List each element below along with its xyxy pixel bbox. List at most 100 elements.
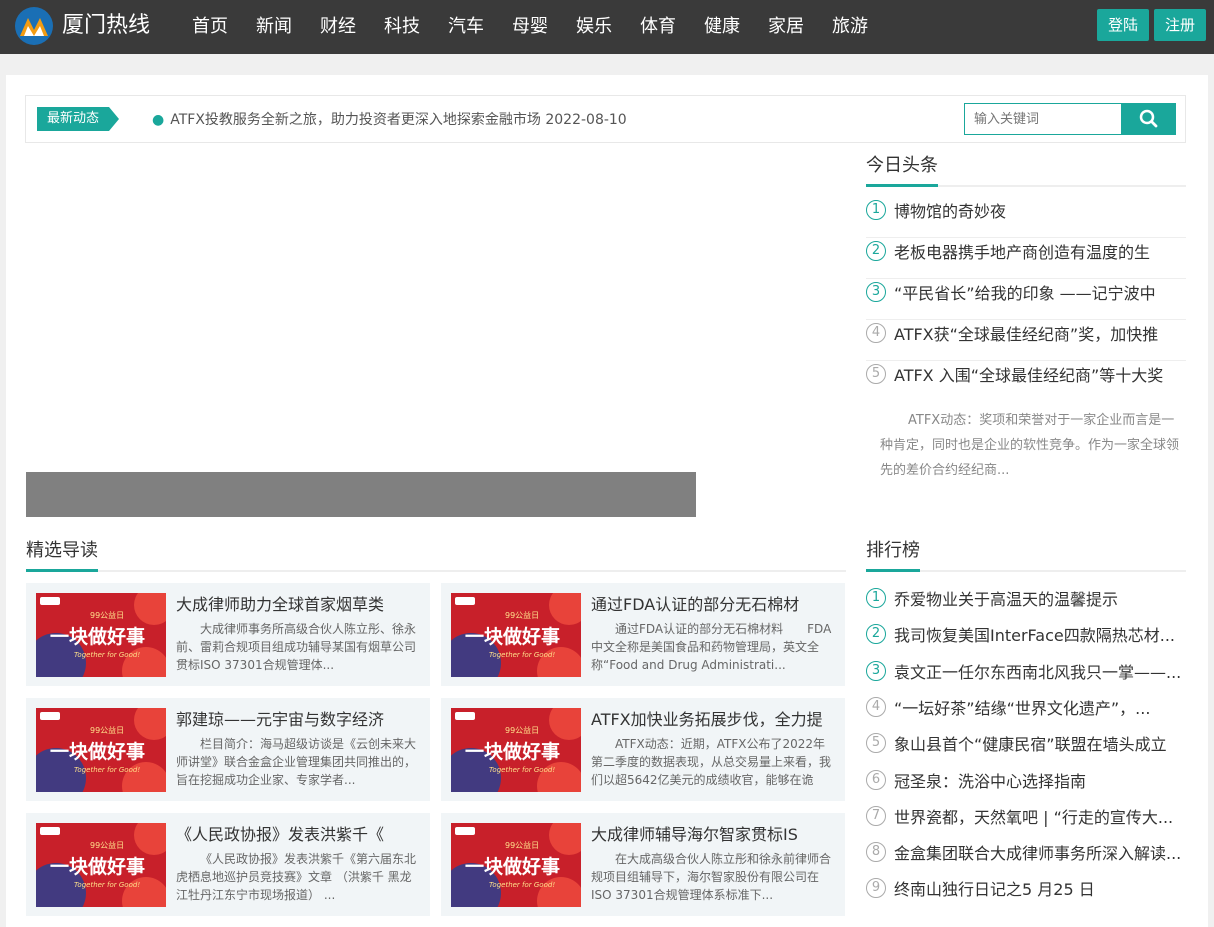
article-title[interactable]: 《人民政协报》发表洪紫千《: [176, 823, 421, 847]
nav-item-sports[interactable]: 体育: [640, 0, 676, 54]
ranking-item[interactable]: 8 金盒集团联合大成律师事务所深入解读...: [866, 840, 1186, 868]
top-navigation-bar: 厦门热线 首页 新闻 财经 科技 汽车 母婴 娱乐 体育 健康 家居 旅游 登陆…: [0, 0, 1214, 54]
thumb-sub: Together for Good!: [74, 881, 140, 889]
ranking-text: 袁文正一任尔东西南北风我只一掌——...: [894, 662, 1182, 682]
nav-item-entertainment[interactable]: 娱乐: [576, 0, 612, 54]
article-title[interactable]: 通过FDA认证的部分无石棉材: [591, 593, 836, 617]
nav-item-baby[interactable]: 母婴: [512, 0, 548, 54]
article-thumbnail[interactable]: 99公益日 一块做好事 Together for Good!: [451, 593, 581, 677]
rank-number: 5: [866, 364, 886, 384]
ranking-item[interactable]: 3 袁文正一任尔东西南北风我只一掌——...: [866, 659, 1186, 687]
nav-item-tech[interactable]: 科技: [384, 0, 420, 54]
nav-item-health[interactable]: 健康: [704, 0, 740, 54]
nav-item-home[interactable]: 首页: [192, 0, 228, 54]
article-card[interactable]: 99公益日一块做好事 Together for Good! 大成律师助力全球首家烟草…: [26, 583, 430, 686]
announcement-text: ATFX投教服务全新之旅，助力投资者更深入地探索金融市场 2022-08-10: [170, 112, 627, 128]
ranking-text: 我司恢复美国InterFace四款隔热芯材...: [894, 626, 1175, 646]
ranking-item[interactable]: 7 世界瓷都，天然氧吧 | “行走的宣传大...: [866, 804, 1186, 832]
ranking-text: 象山县首个“健康民宿”联盟在墙头成立: [894, 735, 1167, 755]
nav-item-news[interactable]: 新闻: [256, 0, 292, 54]
thumb-badge: 99公益日: [505, 725, 539, 735]
headline-text: “平民省长”给我的印象 ——记宁波中: [894, 284, 1156, 303]
ranking-item[interactable]: 9 终南山独行日记之5 月25 日: [866, 876, 1186, 904]
headline-text: 老板电器携手地产商创造有温度的生: [894, 243, 1151, 262]
thumb-badge: 99公益日: [90, 610, 124, 620]
ranking-item[interactable]: 6 冠圣泉：洗浴中心选择指南: [866, 768, 1186, 796]
ranking-text: 乔爱物业关于高温天的温馨提示: [894, 590, 1119, 609]
ranking-item[interactable]: 5 象山县首个“健康民宿”联盟在墙头成立: [866, 731, 1186, 759]
nav-item-home-living[interactable]: 家居: [768, 0, 804, 54]
site-logo-icon[interactable]: [14, 6, 54, 46]
thumb-badge: 99公益日: [505, 840, 539, 850]
headline-item[interactable]: 2 老板电器携手地产商创造有温度的生: [866, 239, 1186, 279]
article-description: ATFX动态：近期，ATFX公布了2022年第二季度的数据表现，从总交易量上来看…: [591, 737, 832, 787]
announcement-link[interactable]: ● ATFX投教服务全新之旅，助力投资者更深入地探索金融市场 2022-08-10: [152, 110, 627, 130]
rank-number: 1: [866, 200, 886, 220]
article-title[interactable]: 大成律师辅导海尔智家贯标IS: [591, 823, 836, 847]
article-card[interactable]: 99公益日一块做好事 Together for Good! ATFX加快业务拓展步伐…: [441, 698, 845, 801]
article-description: 大成律师事务所高级合伙人陈立彤、徐永前、雷莉合规项目组成功辅导某国有烟草公司贯标…: [176, 622, 417, 672]
nav-item-travel[interactable]: 旅游: [832, 0, 868, 54]
headline-item[interactable]: 4 ATFX获“全球最佳经纪商”奖，加快推: [866, 321, 1186, 361]
article-title[interactable]: 大成律师助力全球首家烟草类: [176, 593, 421, 617]
site-name[interactable]: 厦门热线: [62, 11, 150, 41]
article-description: 《人民政协报》发表洪紫千《第六届东北虎栖息地巡护员竞技赛》文章 （洪紫千 黑龙江…: [176, 852, 417, 902]
rank-number: 6: [866, 769, 886, 790]
headline-item[interactable]: 5 ATFX 入围“全球最佳经纪商”等十大奖: [866, 362, 1186, 402]
rank-number: 4: [866, 323, 886, 343]
register-button[interactable]: 注册: [1154, 9, 1206, 41]
ranking-item[interactable]: 2 我司恢复美国InterFace四款隔热芯材...: [866, 622, 1186, 650]
headline-text: ATFX 入围“全球最佳经纪商”等十大奖: [894, 366, 1164, 385]
nav-item-auto[interactable]: 汽车: [448, 0, 484, 54]
announcement-bar: 最新动态 ● ATFX投教服务全新之旅，助力投资者更深入地探索金融市场 2022-…: [25, 95, 1186, 143]
thumb-sub: Together for Good!: [489, 651, 555, 659]
thumb-main: 一块做好事: [50, 740, 145, 763]
article-card[interactable]: 99公益日 一块做好事 Together for Good! 大成律师辅导海尔智家贯标…: [441, 813, 845, 916]
article-thumbnail[interactable]: 99公益日一块做好事 Together for Good!: [36, 593, 166, 677]
article-card[interactable]: 99公益日 一块做好事 Together for Good! 通过FDA认证的部分无石…: [441, 583, 845, 686]
featured-title: 精选导读: [26, 540, 98, 561]
ranking-item[interactable]: 1 乔爱物业关于高温天的温馨提示: [866, 586, 1186, 614]
thumb-sub: Together for Good!: [489, 766, 555, 774]
article-title[interactable]: ATFX加快业务拓展步伐，全力提: [591, 708, 836, 732]
article-card[interactable]: 99公益日 一块做好事 Together for Good! 郭建琼——元宇宙与数字经…: [26, 698, 430, 801]
rank-number: 8: [866, 842, 886, 863]
rank-number: 4: [866, 696, 886, 717]
thumb-badge: 99公益日: [90, 840, 124, 850]
ranking-title: 排行榜: [866, 540, 920, 561]
article-description: 栏目简介：海马超级访谈是《云创未来大师讲堂》联合金盒企业管理集团共同推出的，旨在…: [176, 737, 417, 787]
article-thumbnail[interactable]: 99公益日一块做好事 Together for Good!: [451, 708, 581, 792]
thumb-main: 一块做好事: [465, 740, 560, 763]
rank-number: 5: [866, 733, 886, 754]
slider-caption-bar[interactable]: [26, 472, 696, 517]
article-card[interactable]: 99公益日一块做好事 Together for Good! 《人民政协报》发表洪紫千…: [26, 813, 430, 916]
ranking-text: 金盒集团联合大成律师事务所深入解读...: [894, 844, 1182, 864]
article-thumbnail[interactable]: 99公益日 一块做好事 Together for Good!: [451, 823, 581, 907]
login-button[interactable]: 登陆: [1097, 9, 1149, 41]
headline-item[interactable]: 3 “平民省长”给我的印象 ——记宁波中: [866, 280, 1186, 320]
thumb-sub: Together for Good!: [74, 651, 140, 659]
thumb-sub: Together for Good!: [489, 881, 555, 889]
rank-number: 2: [866, 241, 886, 261]
thumb-badge: 99公益日: [90, 725, 124, 735]
thumb-main: 一块做好事: [50, 855, 145, 878]
ranking-item[interactable]: 4 “一坛好茶”结缘“世界文化遗产”，...: [866, 695, 1186, 723]
search-input[interactable]: [964, 103, 1122, 135]
nav-item-finance[interactable]: 财经: [320, 0, 356, 54]
section-divider: [866, 184, 1186, 187]
search-icon: [1139, 109, 1158, 128]
headline-item[interactable]: 1 博物馆的奇妙夜: [866, 198, 1186, 238]
search-button[interactable]: [1122, 103, 1176, 135]
bullet-dot-icon: ●: [152, 112, 165, 128]
headline-text: ATFX获“全球最佳经纪商”奖，加快推: [894, 325, 1159, 344]
thumb-main: 一块做好事: [50, 625, 145, 648]
today-headlines-title: 今日头条: [866, 155, 938, 176]
article-thumbnail[interactable]: 99公益日 一块做好事 Together for Good!: [36, 708, 166, 792]
article-thumbnail[interactable]: 99公益日一块做好事 Together for Good!: [36, 823, 166, 907]
headline-summary: ATFX动态：奖项和荣誉对于一家企业而言是一种肯定，同时也是企业的软性竞争。作为…: [880, 413, 1180, 478]
thumb-main: 一块做好事: [465, 625, 560, 648]
article-title[interactable]: 郭建琼——元宇宙与数字经济: [176, 708, 421, 732]
ranking-text: 冠圣泉：洗浴中心选择指南: [894, 771, 1087, 791]
article-description: 通过FDA认证的部分无石棉材料 FDA中文全称是美国食品和药物管理局，英文全称“…: [591, 622, 832, 672]
rank-number: 3: [866, 660, 886, 681]
